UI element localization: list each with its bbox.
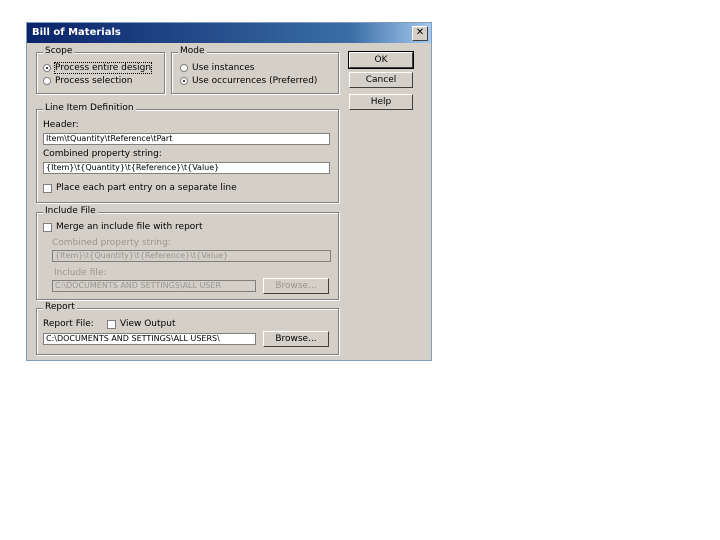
mode-option-label: Use occurrences (Preferred) bbox=[192, 76, 318, 86]
include-browse-button: Browse... bbox=[263, 278, 329, 294]
close-icon[interactable]: ✕ bbox=[412, 26, 428, 41]
include-combined-field: {Item}\t{Quantity}\t{Reference}\t{Value} bbox=[52, 250, 331, 262]
mode-group: Mode Use instances Use occurrences (Pref… bbox=[171, 46, 339, 94]
view-output-checkbox[interactable]: View Output bbox=[107, 319, 175, 329]
report-file-field[interactable]: C:\DOCUMENTS AND SETTINGS\ALL USERS\ bbox=[43, 333, 256, 345]
include-file-group: Include File Merge an include file with … bbox=[36, 206, 339, 300]
include-combined-label: Combined property string: bbox=[52, 238, 171, 248]
scope-group: Scope Process entire design Process sele… bbox=[36, 46, 165, 94]
merge-include-label: Merge an include file with report bbox=[56, 222, 203, 232]
separate-line-label: Place each part entry on a separate line bbox=[56, 183, 237, 193]
mode-option-instances[interactable]: Use instances bbox=[180, 63, 255, 73]
report-group: Report Report File: View Output C:\DOCUM… bbox=[36, 302, 339, 355]
radio-selected-icon[interactable] bbox=[43, 64, 51, 72]
scope-option-label: Process entire design bbox=[53, 62, 153, 74]
report-group-title: Report bbox=[43, 302, 77, 312]
radio-icon[interactable] bbox=[180, 64, 188, 72]
separate-line-checkbox[interactable]: Place each part entry on a separate line bbox=[43, 183, 237, 193]
dialog-title: Bill of Materials bbox=[32, 27, 121, 38]
include-file-label: Include file: bbox=[54, 268, 107, 278]
combined-property-field[interactable]: {Item}\t{Quantity}\t{Reference}\t{Value} bbox=[43, 162, 330, 174]
header-label: Header: bbox=[43, 120, 79, 130]
report-file-label: Report File: bbox=[43, 319, 94, 329]
include-file-field: C:\DOCUMENTS AND SETTINGS\ALL USER bbox=[52, 280, 256, 292]
mode-group-title: Mode bbox=[178, 46, 207, 56]
bom-dialog: Bill of Materials ✕ Scope Process entire… bbox=[26, 22, 432, 361]
line-item-group-title: Line Item Definition bbox=[43, 103, 136, 113]
view-output-label: View Output bbox=[120, 319, 176, 329]
scope-option-selection[interactable]: Process selection bbox=[43, 76, 132, 86]
scope-option-label: Process selection bbox=[55, 76, 133, 86]
title-bar[interactable]: Bill of Materials ✕ bbox=[27, 23, 431, 43]
mode-option-occurrences[interactable]: Use occurrences (Preferred) bbox=[180, 76, 317, 86]
include-file-group-title: Include File bbox=[43, 206, 98, 216]
line-item-group: Line Item Definition Header: Item\tQuant… bbox=[36, 103, 339, 203]
scope-group-title: Scope bbox=[43, 46, 75, 56]
mode-option-label: Use instances bbox=[192, 63, 255, 73]
checkbox-icon[interactable] bbox=[43, 183, 52, 193]
report-browse-button[interactable]: Browse... bbox=[263, 331, 329, 347]
radio-selected-icon[interactable] bbox=[180, 77, 188, 85]
checkbox-icon[interactable] bbox=[107, 319, 116, 329]
checkbox-icon[interactable] bbox=[43, 222, 52, 232]
cancel-button[interactable]: Cancel bbox=[349, 72, 413, 88]
help-button[interactable]: Help bbox=[349, 94, 413, 110]
ok-button[interactable]: OK bbox=[348, 51, 414, 69]
scope-option-entire[interactable]: Process entire design bbox=[43, 62, 153, 74]
merge-include-checkbox[interactable]: Merge an include file with report bbox=[43, 222, 203, 232]
radio-icon[interactable] bbox=[43, 77, 51, 85]
combined-property-label: Combined property string: bbox=[43, 149, 162, 159]
header-field[interactable]: Item\tQuantity\tReference\tPart bbox=[43, 133, 330, 145]
